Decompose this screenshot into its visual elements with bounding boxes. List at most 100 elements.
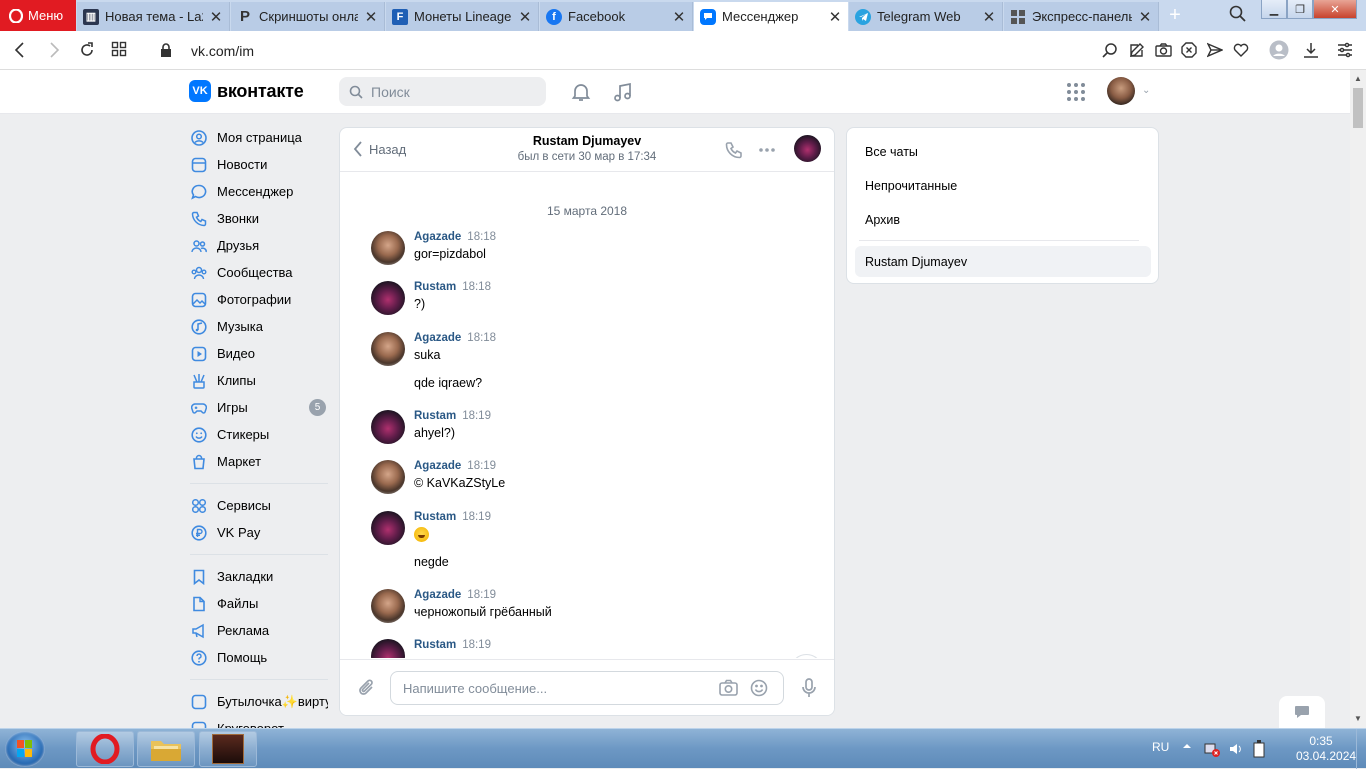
- edit-icon[interactable]: [1129, 42, 1145, 58]
- messages-popup-button[interactable]: [1279, 696, 1325, 728]
- sidebar-item[interactable]: Круговорот: [186, 715, 328, 728]
- avatar[interactable]: [371, 332, 405, 366]
- author-name[interactable]: Rustam: [414, 281, 456, 293]
- filter-all-chats[interactable]: Все чаты: [865, 145, 918, 159]
- avatar[interactable]: [371, 281, 405, 315]
- avatar[interactable]: [371, 231, 405, 265]
- search-icon[interactable]: [1102, 42, 1119, 59]
- taskbar-explorer[interactable]: [137, 731, 195, 767]
- author-name[interactable]: Agazade: [414, 332, 461, 344]
- bell-icon[interactable]: [571, 82, 591, 102]
- sidebar-item[interactable]: Игры 5: [186, 394, 328, 421]
- scroll-to-bottom-button[interactable]: [790, 654, 823, 658]
- easy-setup-icon[interactable]: [1337, 42, 1353, 58]
- filter-unread[interactable]: Непрочитанные: [865, 179, 957, 193]
- show-desktop-button[interactable]: [1356, 729, 1366, 769]
- language-indicator[interactable]: RU: [1152, 740, 1169, 754]
- vk-logo[interactable]: VK вконтакте: [189, 80, 304, 102]
- volume-icon[interactable]: [1228, 741, 1244, 757]
- close-icon[interactable]: ✕: [209, 8, 223, 26]
- system-clock[interactable]: 0:35 03.04.2024: [1296, 734, 1356, 764]
- network-warning-icon[interactable]: [1204, 741, 1220, 757]
- author-name[interactable]: Rustam: [414, 639, 456, 651]
- taskbar-lineage[interactable]: [199, 731, 257, 767]
- close-icon[interactable]: ✕: [518, 8, 532, 26]
- sidebar-item[interactable]: Новости: [186, 151, 328, 178]
- sidebar-item[interactable]: Фотографии: [186, 286, 328, 313]
- sidebar-item[interactable]: Клипы: [186, 367, 328, 394]
- microphone-icon[interactable]: [801, 678, 817, 698]
- avatar[interactable]: [371, 460, 405, 494]
- tab-lineage-coins[interactable]: F Монеты Lineage 2 ✕: [386, 2, 539, 31]
- apps-grid-icon[interactable]: [1066, 82, 1086, 102]
- back-arrow-icon[interactable]: [12, 41, 28, 59]
- reload-icon[interactable]: [78, 41, 96, 59]
- author-name[interactable]: Agazade: [414, 460, 461, 472]
- author-name[interactable]: Agazade: [414, 231, 461, 243]
- close-icon[interactable]: ✕: [828, 8, 842, 26]
- start-button[interactable]: [5, 731, 45, 767]
- sidebar-item[interactable]: Мессенджер: [186, 178, 328, 205]
- opera-menu-button[interactable]: Меню: [0, 0, 76, 31]
- forward-arrow-icon[interactable]: [46, 41, 62, 59]
- tab-search-icon[interactable]: [1229, 5, 1247, 23]
- tab-la2dream[interactable]: ▥ Новая тема - La2D ✕: [77, 2, 230, 31]
- avatar[interactable]: [371, 639, 405, 658]
- paperclip-icon[interactable]: [357, 678, 377, 698]
- minimize-button[interactable]: ▁: [1261, 0, 1287, 19]
- peer-avatar[interactable]: [794, 135, 821, 162]
- avatar[interactable]: [1107, 77, 1135, 105]
- more-dots-icon[interactable]: [758, 142, 776, 158]
- music-icon[interactable]: [613, 82, 633, 102]
- search-input[interactable]: Поиск: [339, 77, 546, 106]
- sidebar-item[interactable]: Файлы: [186, 590, 328, 617]
- filter-archive[interactable]: Архив: [865, 213, 900, 227]
- phone-call-icon[interactable]: [725, 141, 743, 159]
- tab-screenshots[interactable]: P Скриншоты онлай ✕: [231, 2, 385, 31]
- url-field[interactable]: vk.com/im: [191, 43, 254, 59]
- chevron-down-icon[interactable]: ⌄: [1142, 85, 1150, 96]
- tab-messenger[interactable]: Мессенджер ✕: [694, 2, 848, 31]
- author-name[interactable]: Rustam: [414, 511, 456, 523]
- send-icon[interactable]: [1207, 42, 1223, 58]
- conversation-item[interactable]: Rustam Djumayev: [855, 246, 1151, 277]
- heart-icon[interactable]: [1233, 42, 1249, 57]
- sidebar-item[interactable]: Сервисы: [186, 492, 328, 519]
- close-icon[interactable]: ✕: [1138, 8, 1152, 26]
- avatar[interactable]: [371, 589, 405, 623]
- avatar[interactable]: [371, 410, 405, 444]
- smile-icon[interactable]: [750, 679, 768, 697]
- author-name[interactable]: Agazade: [414, 589, 461, 601]
- sidebar-item[interactable]: Музыка: [186, 313, 328, 340]
- lock-icon[interactable]: [160, 43, 172, 57]
- sidebar-item[interactable]: Помощь: [186, 644, 328, 671]
- camera-icon[interactable]: [1155, 42, 1172, 58]
- sidebar-item[interactable]: VK Pay: [186, 519, 328, 546]
- tray-expand-icon[interactable]: [1182, 741, 1192, 751]
- scroll-up-arrow-icon[interactable]: ▲: [1354, 74, 1362, 83]
- new-tab-plus-icon[interactable]: +: [1165, 5, 1185, 25]
- maximize-button[interactable]: ❐: [1287, 0, 1313, 19]
- sidebar-item[interactable]: Сообщества: [186, 259, 328, 286]
- sidebar-item[interactable]: Звонки: [186, 205, 328, 232]
- tab-speed-dial[interactable]: Экспресс-панель ✕: [1004, 2, 1159, 31]
- adblock-icon[interactable]: [1181, 42, 1197, 58]
- sidebar-item[interactable]: Реклама: [186, 617, 328, 644]
- sidebar-item[interactable]: Друзья: [186, 232, 328, 259]
- close-icon[interactable]: ✕: [672, 8, 686, 26]
- power-icon[interactable]: [1251, 740, 1267, 758]
- sidebar-item[interactable]: Бутылочка✨виртуаль: [186, 688, 328, 715]
- taskbar-opera[interactable]: [76, 731, 134, 767]
- avatar[interactable]: [371, 511, 405, 545]
- sidebar-item[interactable]: Маркет: [186, 448, 328, 475]
- close-icon[interactable]: ✕: [364, 8, 378, 26]
- page-scrollbar[interactable]: ▲ ▼: [1350, 70, 1366, 728]
- download-icon[interactable]: [1303, 42, 1319, 58]
- tabs-grid-icon[interactable]: [111, 41, 127, 57]
- sidebar-item[interactable]: Видео: [186, 340, 328, 367]
- camera-icon[interactable]: [719, 679, 738, 696]
- tab-telegram[interactable]: Telegram Web ✕: [849, 2, 1003, 31]
- scrollbar-thumb[interactable]: [1353, 88, 1363, 128]
- sidebar-item[interactable]: Стикеры: [186, 421, 328, 448]
- sidebar-item[interactable]: Закладки: [186, 563, 328, 590]
